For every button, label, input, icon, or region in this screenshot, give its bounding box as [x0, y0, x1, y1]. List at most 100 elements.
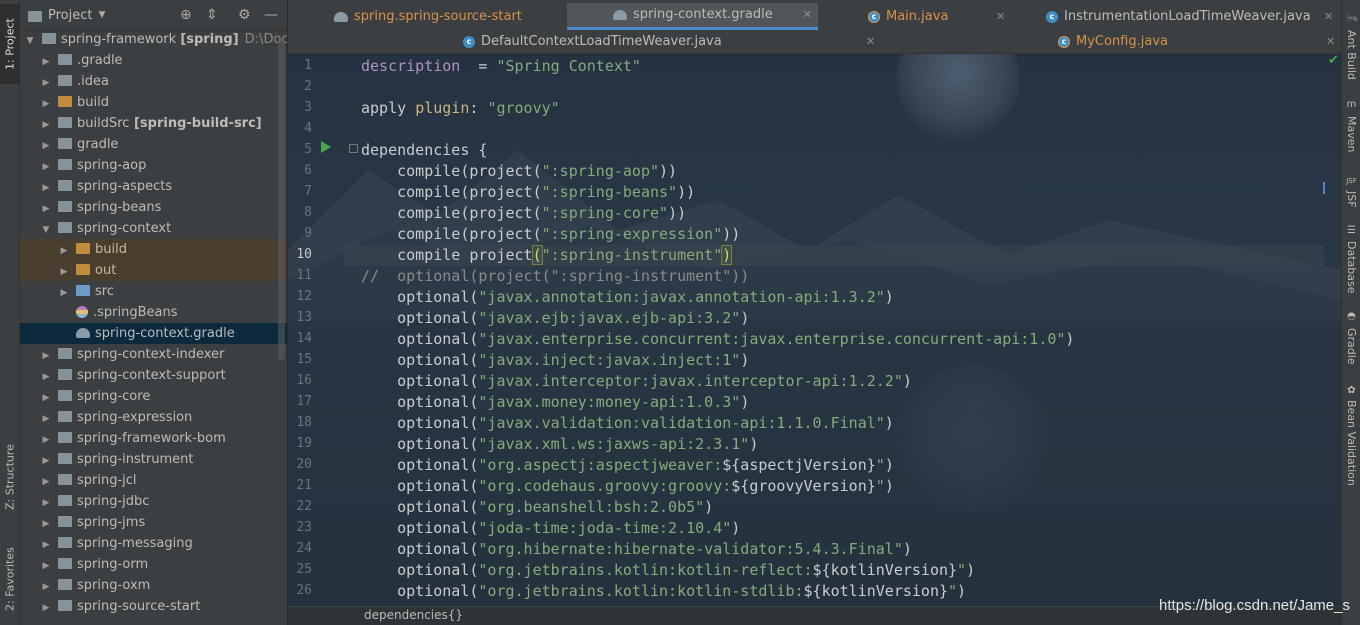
- tree-item[interactable]: ▶ spring-aop: [20, 155, 287, 176]
- expand-arrow-icon[interactable]: ▶: [58, 241, 70, 262]
- maven-tool-tab[interactable]: Maven: [1342, 112, 1360, 156]
- code-line[interactable]: optional("org.jetbrains.kotlin:kotlin-st…: [361, 581, 966, 602]
- gear-icon[interactable]: ⚙: [238, 7, 251, 23]
- code-line[interactable]: compile(project(":spring-expression")): [361, 224, 740, 245]
- close-icon[interactable]: ✕: [996, 3, 1005, 30]
- tree-item[interactable]: .springBeans: [20, 302, 287, 323]
- expand-arrow-icon[interactable]: ▶: [40, 52, 52, 73]
- tree-item[interactable]: ▶ spring-messaging: [20, 533, 287, 556]
- code-line[interactable]: compile(project(":spring-aop")): [361, 161, 677, 182]
- favorites-tool-tab[interactable]: 2: Favorites: [0, 538, 20, 620]
- code-line[interactable]: optional("javax.money:money-api:1.0.3"): [361, 392, 749, 413]
- tab-instrumentation-load-time-weaver[interactable]: c InstrumentationLoadTimeWeaver.java ✕: [1046, 3, 1336, 30]
- code-line[interactable]: apply plugin: "groovy": [361, 98, 560, 119]
- expand-arrow-icon[interactable]: ▶: [40, 115, 52, 136]
- expand-arrow-icon[interactable]: ▶: [40, 451, 52, 472]
- expand-arrow-icon[interactable]: ▶: [58, 283, 70, 304]
- tree-item[interactable]: ▶ spring-jdbc: [20, 491, 287, 514]
- tab-spring-source-start[interactable]: spring.spring-source-start: [334, 3, 566, 30]
- code-line[interactable]: optional("org.beanshell:bsh:2.0b5"): [361, 497, 713, 518]
- code-line[interactable]: description = "Spring Context": [361, 56, 641, 77]
- hide-panel-icon[interactable]: —: [264, 7, 278, 23]
- tree-item[interactable]: spring-context.gradle: [20, 323, 287, 344]
- code-line[interactable]: optional("javax.annotation:javax.annotat…: [361, 287, 894, 308]
- tree-item[interactable]: ▶ .idea: [20, 71, 287, 94]
- collapse-all-icon[interactable]: ⇕: [206, 7, 218, 23]
- tab-spring-context-gradle[interactable]: spring-context.gradle ✕: [567, 3, 818, 30]
- code-line[interactable]: optional("javax.enterprise.concurrent:ja…: [361, 329, 1074, 350]
- tree-item[interactable]: ▶ spring-instrument: [20, 449, 287, 472]
- close-icon[interactable]: ✕: [1326, 28, 1335, 55]
- expand-arrow-icon[interactable]: ▶: [40, 178, 52, 199]
- tree-root-spring-framework[interactable]: ▼spring-framework [spring]D:\Docume: [20, 29, 287, 52]
- expand-arrow-icon[interactable]: ▶: [40, 409, 52, 430]
- expand-arrow-icon[interactable]: ▶: [40, 94, 52, 115]
- expand-arrow-icon[interactable]: ▶: [40, 346, 52, 367]
- expand-arrow-icon[interactable]: ▶: [40, 556, 52, 577]
- code-line[interactable]: compile(project(":spring-core")): [361, 203, 686, 224]
- tree-item[interactable]: ▶ spring-jms: [20, 512, 287, 535]
- close-icon[interactable]: ✕: [803, 3, 812, 27]
- tree-item[interactable]: ▶ spring-oxm: [20, 575, 287, 598]
- tree-item[interactable]: ▼ spring-context: [20, 218, 287, 241]
- expand-arrow-icon[interactable]: ▶: [40, 598, 52, 619]
- code-line[interactable]: optional("javax.ejb:javax.ejb-api:3.2"): [361, 308, 749, 329]
- code-line[interactable]: optional("joda-time:joda-time:2.10.4"): [361, 518, 740, 539]
- tree-item[interactable]: ▶ spring-expression: [20, 407, 287, 430]
- code-editor[interactable]: description = "Spring Context" apply plug…: [344, 54, 1341, 602]
- tree-item[interactable]: ▶ build: [20, 239, 287, 262]
- tab-default-context-load-time-weaver[interactable]: c DefaultContextLoadTimeWeaver.java ✕: [463, 28, 883, 55]
- code-line[interactable]: // optional(project(":spring-instrument"…: [361, 266, 749, 287]
- chevron-down-icon[interactable]: ▼: [98, 10, 105, 20]
- code-line[interactable]: optional("org.jetbrains.kotlin:kotlin-re…: [361, 560, 975, 581]
- code-line[interactable]: compile project(":spring-instrument"): [344, 245, 1324, 266]
- tree-item[interactable]: ▶ spring-context-indexer: [20, 344, 287, 367]
- expand-arrow-icon[interactable]: ▶: [40, 577, 52, 598]
- panel-scrollbar[interactable]: [278, 40, 285, 360]
- tree-item[interactable]: ▶ spring-source-start: [20, 596, 287, 619]
- tree-item[interactable]: ▶ buildSrc [spring-build-src]: [20, 113, 287, 136]
- expand-arrow-icon[interactable]: ▶: [40, 367, 52, 388]
- gradle-tool-tab[interactable]: Gradle: [1342, 324, 1360, 368]
- code-line[interactable]: optional("javax.inject:javax.inject:1"): [361, 350, 749, 371]
- tree-item[interactable]: ▶ build: [20, 92, 287, 115]
- code-line[interactable]: optional("org.hibernate:hibernate-valida…: [361, 539, 912, 560]
- expand-arrow-icon[interactable]: ▶: [40, 136, 52, 157]
- expand-arrow-icon[interactable]: ▶: [40, 430, 52, 451]
- code-line[interactable]: optional("javax.validation:validation-ap…: [361, 413, 894, 434]
- tree-item[interactable]: ▶ spring-framework-bom: [20, 428, 287, 451]
- expand-arrow-icon[interactable]: ▼: [40, 220, 52, 241]
- breadcrumb-item-dependencies[interactable]: dependencies{}: [364, 608, 463, 622]
- tab-myconfig-java[interactable]: c MyConfig.java ✕: [1058, 28, 1338, 55]
- expand-arrow-icon[interactable]: ▶: [40, 493, 52, 514]
- expand-arrow-icon[interactable]: ▶: [40, 73, 52, 94]
- tree-item[interactable]: ▶ spring-core: [20, 386, 287, 407]
- locate-target-icon[interactable]: ⊕: [180, 7, 192, 23]
- inspection-ok-check-icon[interactable]: ✔: [1328, 53, 1339, 68]
- close-icon[interactable]: ✕: [866, 28, 875, 55]
- scrollbar-marker[interactable]: [1323, 182, 1325, 194]
- tab-main-java[interactable]: c Main.java ✕: [868, 3, 1005, 30]
- tree-item[interactable]: ▶ spring-context-support: [20, 365, 287, 388]
- code-line[interactable]: optional("javax.interceptor:javax.interc…: [361, 371, 912, 392]
- expand-arrow-icon[interactable]: ▼: [24, 31, 36, 52]
- tree-item[interactable]: ▶ src: [20, 281, 287, 304]
- database-tool-tab[interactable]: Database: [1342, 238, 1360, 296]
- tree-item[interactable]: ▶ spring-aspects: [20, 176, 287, 199]
- run-gutter-icon[interactable]: [321, 141, 331, 153]
- tree-item[interactable]: ▶ spring-jcl: [20, 470, 287, 493]
- tree-item[interactable]: ▶ out: [20, 260, 287, 281]
- tree-item[interactable]: ▶ .gradle: [20, 50, 287, 73]
- jsf-tool-tab[interactable]: JSF: [1342, 188, 1360, 210]
- expand-arrow-icon[interactable]: ▶: [40, 514, 52, 535]
- tree-item[interactable]: ▶ spring-beans: [20, 197, 287, 218]
- code-line[interactable]: dependencies {: [361, 140, 487, 161]
- code-line[interactable]: optional("javax.xml.ws:jaxws-api:2.3.1"): [361, 434, 758, 455]
- code-line[interactable]: optional("org.codehaus.groovy:groovy:${g…: [361, 476, 894, 497]
- code-line[interactable]: compile(project(":spring-beans")): [361, 182, 695, 203]
- expand-arrow-icon[interactable]: ▶: [40, 535, 52, 556]
- expand-arrow-icon[interactable]: ▶: [40, 472, 52, 493]
- tree-item[interactable]: ▶ spring-orm: [20, 554, 287, 577]
- ant-build-tool-tab[interactable]: Ant Build: [1342, 26, 1360, 84]
- editor-scrollbar[interactable]: [1329, 54, 1341, 600]
